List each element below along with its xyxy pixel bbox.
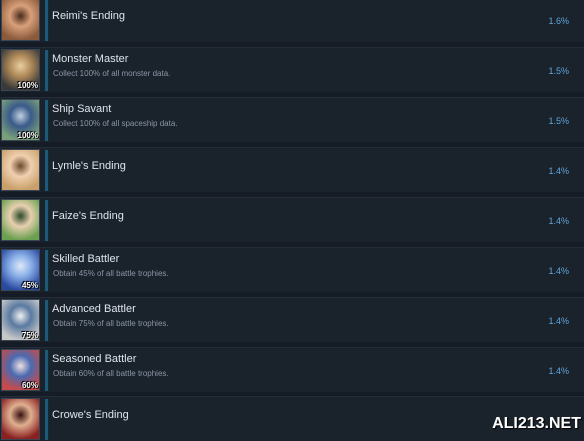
achievement-title: Lymle's Ending <box>52 160 126 172</box>
achievement-row[interactable]: 45% Skilled Battler Obtain 45% of all batt… <box>0 247 584 292</box>
achievement-row[interactable]: Faize's Ending 1.4% <box>0 197 584 242</box>
progress-badge: 45% <box>21 281 38 290</box>
achievement-description: Obtain 60% of all battle trophies. <box>53 369 169 378</box>
reimi-portrait-icon <box>1 0 40 41</box>
achievement-title: Crowe's Ending <box>52 409 129 421</box>
achievement-row[interactable]: Lymle's Ending 1.4% <box>0 147 584 192</box>
achievement-row[interactable]: Reimi's Ending 1.6% <box>0 0 584 42</box>
achievement-title: Reimi's Ending <box>52 10 126 22</box>
achievement-description: Collect 100% of all spaceship data. <box>53 119 178 128</box>
progress-badge: 75% <box>21 331 38 340</box>
achievement-title: Seasoned Battler <box>52 353 137 365</box>
achievement-row[interactable]: 60% Seasoned Battler Obtain 60% of all bat… <box>0 347 584 392</box>
accent-bar-shadow <box>48 399 49 440</box>
achievement-row[interactable]: 100% Monster Master Collect 100% of all mo… <box>0 47 584 92</box>
battle-trophy-icon: 60% <box>1 349 40 391</box>
achievement-title: Advanced Battler <box>52 303 136 315</box>
achievement-title: Faize's Ending <box>52 210 124 222</box>
rarity-percent: 1.4% <box>548 166 569 176</box>
monster-claw-icon: 100% <box>1 49 40 91</box>
achievement-title: Monster Master <box>52 53 129 65</box>
accent-bar-shadow <box>48 300 49 341</box>
achievement-description: Obtain 75% of all battle trophies. <box>53 319 169 328</box>
rarity-percent: 1.4% <box>548 366 569 376</box>
accent-bar-shadow <box>48 250 49 291</box>
battle-trophy-icon: 45% <box>1 249 40 291</box>
rarity-percent: 1.4% <box>548 316 569 326</box>
rarity-percent: 1.4% <box>548 216 569 226</box>
crowe-portrait-icon <box>1 398 40 440</box>
rarity-percent: 1.4% <box>548 266 569 276</box>
accent-bar-shadow <box>48 150 49 191</box>
watermark: ALI213.NET <box>492 415 581 432</box>
lymle-portrait-icon <box>1 149 40 191</box>
achievement-title: Skilled Battler <box>52 253 120 265</box>
battle-trophy-icon: 75% <box>1 299 40 341</box>
rarity-percent: 1.5% <box>548 116 569 126</box>
achievement-list: Reimi's Ending 1.6% 100% Monster Master Coll… <box>0 0 584 441</box>
accent-bar-shadow <box>48 350 49 391</box>
rarity-percent: 1.6% <box>548 16 569 26</box>
achievement-title: Ship Savant <box>52 103 112 115</box>
achievement-description: Collect 100% of all monster data. <box>53 69 171 78</box>
progress-badge: 100% <box>17 131 38 140</box>
accent-bar-shadow <box>48 0 49 41</box>
achievement-row[interactable]: 75% Advanced Battler Obtain 75% of all bat… <box>0 297 584 342</box>
achievement-description: Obtain 45% of all battle trophies. <box>53 269 169 278</box>
accent-bar-shadow <box>48 200 49 241</box>
faize-portrait-icon <box>1 199 40 241</box>
accent-bar-shadow <box>48 100 49 141</box>
achievement-row[interactable]: 100% Ship Savant Collect 100% of all space… <box>0 97 584 142</box>
rarity-percent: 1.5% <box>548 66 569 76</box>
progress-badge: 100% <box>17 81 38 90</box>
spaceship-icon: 100% <box>1 99 40 141</box>
progress-badge: 60% <box>21 381 38 390</box>
accent-bar-shadow <box>48 50 49 91</box>
